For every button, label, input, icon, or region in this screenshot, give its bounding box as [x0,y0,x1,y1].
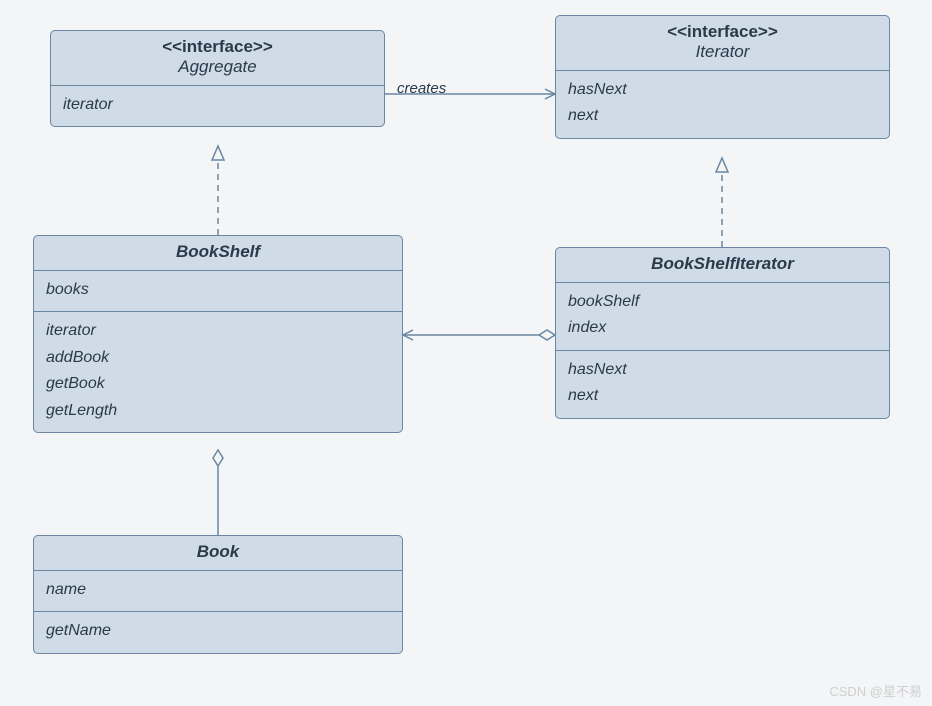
class-aggregate-title: <<interface>> Aggregate [51,31,384,86]
attr: name [46,577,390,603]
class-bookshelf-iterator-title: BookShelfIterator [556,248,889,283]
class-iterator-attrs: hasNext next [556,71,889,138]
op: getLength [46,398,390,424]
class-bookshelf-ops: iterator addBook getBook getLength [34,312,402,432]
attr: hasNext [568,77,877,103]
class-name: BookShelfIterator [566,254,879,274]
class-name: BookShelf [44,242,392,262]
op: getBook [46,371,390,397]
attr: index [568,315,877,341]
watermark: CSDN @星不易 [829,681,922,700]
op: next [568,383,877,409]
attr: books [46,277,390,303]
class-aggregate-attrs: iterator [51,86,384,126]
attr: bookShelf [568,289,877,315]
class-book-attrs: name [34,571,402,612]
stereotype-label: <<interface>> [61,37,374,57]
op: getName [46,618,390,644]
class-iterator: <<interface>> Iterator hasNext next [555,15,890,139]
class-name: Iterator [566,42,879,62]
class-bookshelf-title: BookShelf [34,236,402,271]
class-bookshelf-attrs: books [34,271,402,312]
class-bookshelf: BookShelf books iterator addBook getBook… [33,235,403,433]
class-book-title: Book [34,536,402,571]
attr: iterator [63,92,372,118]
class-book: Book name getName [33,535,403,654]
op: addBook [46,345,390,371]
stereotype-label: <<interface>> [566,22,879,42]
class-bookshelf-iterator-attrs: bookShelf index [556,283,889,351]
class-iterator-title: <<interface>> Iterator [556,16,889,71]
edge-label-creates: creates [397,80,446,97]
attr: next [568,103,877,129]
class-aggregate: <<interface>> Aggregate iterator [50,30,385,127]
op: hasNext [568,357,877,383]
class-bookshelf-iterator-ops: hasNext next [556,351,889,418]
class-bookshelf-iterator: BookShelfIterator bookShelf index hasNex… [555,247,890,419]
class-name: Book [44,542,392,562]
class-name: Aggregate [61,57,374,77]
op: iterator [46,318,390,344]
class-book-ops: getName [34,612,402,652]
